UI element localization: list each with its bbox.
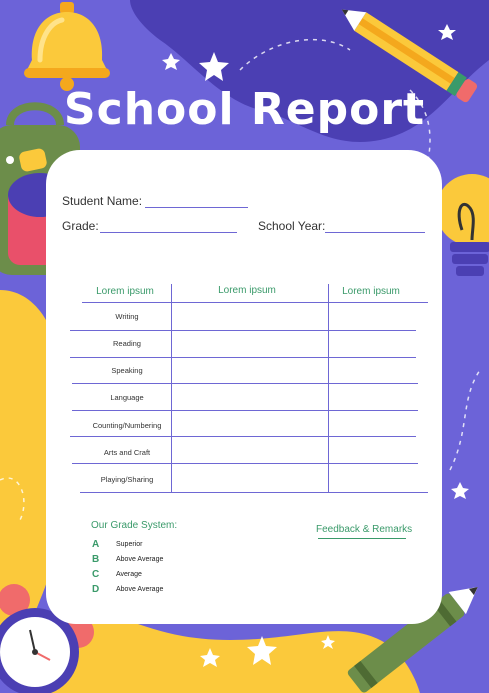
- grade-description: Superior: [116, 541, 143, 548]
- table-rule: [70, 357, 416, 358]
- grade-description: Above Average: [116, 556, 164, 563]
- page-title: School Report: [63, 84, 426, 135]
- star-icon: [162, 53, 180, 70]
- school-year-field[interactable]: [325, 232, 425, 233]
- grade-label: Grade:: [62, 219, 99, 233]
- table-row-label: Speaking: [111, 366, 143, 375]
- table-row-label: Reading: [113, 339, 141, 348]
- grade-field[interactable]: [100, 232, 237, 233]
- lightbulb-icon: [436, 174, 489, 276]
- grade-letter: D: [92, 584, 100, 595]
- table-header: Lorem ipsum: [96, 286, 154, 297]
- table-rule: [70, 330, 416, 331]
- table-rule: [72, 463, 418, 464]
- student-name-label: Student Name:: [62, 194, 143, 208]
- table-row-label: Writing: [115, 312, 139, 321]
- student-name-field[interactable]: [145, 207, 248, 208]
- dashed-path: [449, 369, 481, 471]
- table-rule: [72, 410, 418, 411]
- feedback-underline: [318, 538, 406, 539]
- table-rule: [82, 302, 428, 303]
- school-year-label: School Year:: [258, 219, 326, 233]
- feedback-title: Feedback & Remarks: [316, 524, 413, 535]
- report-card: [46, 150, 442, 624]
- table-header: Lorem ipsum: [218, 285, 276, 296]
- grade-letter: C: [92, 569, 100, 580]
- grade-letter: B: [92, 554, 100, 565]
- table-row-label: Language: [110, 393, 144, 402]
- table-row-label: Counting/Numbering: [92, 421, 162, 430]
- table-rule: [72, 383, 418, 384]
- bell-icon: [24, 2, 110, 91]
- grade-letter: A: [92, 539, 100, 550]
- star-icon: [451, 482, 469, 499]
- table-divider: [328, 284, 329, 492]
- table-rule: [80, 492, 428, 493]
- grade-system-title: Our Grade System:: [91, 520, 178, 531]
- grade-description: Above Average: [116, 586, 164, 593]
- table-row-label: Playing/Sharing: [100, 475, 154, 484]
- table-header: Lorem ipsum: [342, 286, 400, 297]
- table-rule: [70, 436, 416, 437]
- grade-description: Average: [116, 571, 142, 578]
- table-row-label: Arts and Craft: [103, 448, 151, 457]
